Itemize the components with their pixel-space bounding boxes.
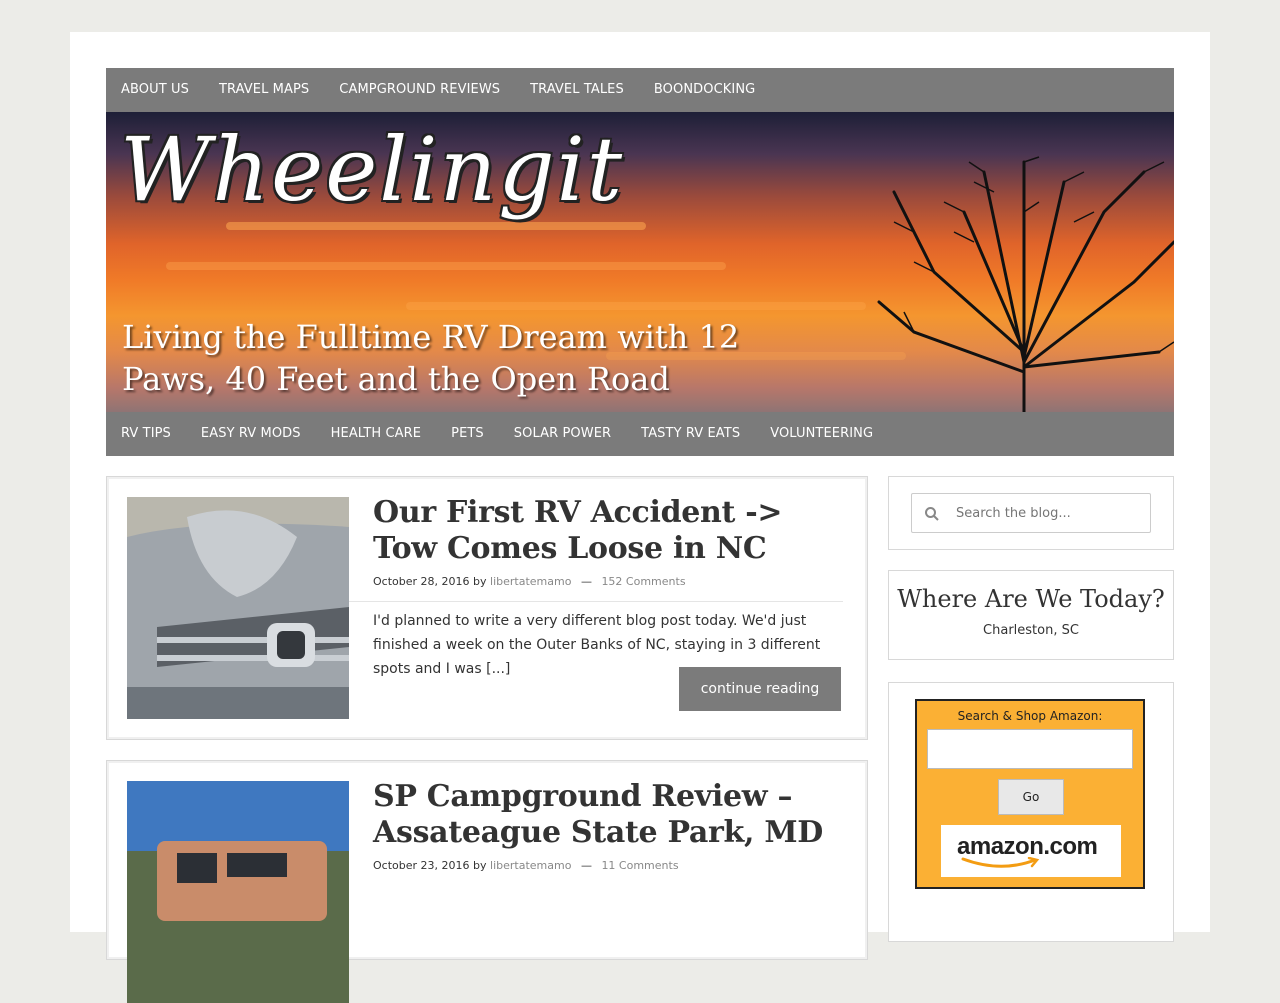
meta-separator: — bbox=[580, 859, 592, 872]
meta-separator: — bbox=[580, 575, 592, 588]
post-title[interactable]: SP Campground Review – Assateague State … bbox=[373, 779, 853, 851]
amazon-logo[interactable]: amazon.com bbox=[941, 825, 1121, 877]
location-widget: Where Are We Today? Charleston, SC bbox=[888, 570, 1174, 660]
amazon-smile-icon bbox=[961, 857, 1040, 868]
post-comments-link[interactable]: 11 Comments bbox=[601, 859, 678, 872]
cloud-streak bbox=[166, 262, 726, 270]
meta-divider bbox=[349, 601, 843, 602]
search-icon bbox=[924, 506, 940, 526]
nav-travel-tales[interactable]: TRAVEL TALES bbox=[515, 68, 639, 112]
amazon-search-input[interactable] bbox=[927, 729, 1133, 769]
search-input[interactable] bbox=[956, 502, 1142, 524]
location-widget-title: Where Are We Today? bbox=[897, 585, 1165, 613]
nav-about-us[interactable]: ABOUT US bbox=[106, 68, 204, 112]
nav-travel-maps[interactable]: TRAVEL MAPS bbox=[204, 68, 324, 112]
category-navigation: RV TIPS EASY RV MODS HEALTH CARE PETS SO… bbox=[106, 412, 1174, 456]
nav-tasty-rv-eats[interactable]: TASTY RV EATS bbox=[626, 412, 755, 456]
amazon-go-button[interactable]: Go bbox=[998, 779, 1064, 815]
nav-campground-reviews[interactable]: CAMPGROUND REVIEWS bbox=[324, 68, 515, 112]
amazon-search-box: Search & Shop Amazon: Go amazon.com bbox=[915, 699, 1145, 889]
post-thumbnail[interactable] bbox=[127, 781, 349, 1003]
nav-health-care[interactable]: HEALTH CARE bbox=[316, 412, 437, 456]
search-field[interactable] bbox=[911, 493, 1151, 533]
nav-volunteering[interactable]: VOLUNTEERING bbox=[755, 412, 888, 456]
post-title[interactable]: Our First RV Accident -> Tow Comes Loose… bbox=[373, 495, 853, 567]
amazon-search-label: Search & Shop Amazon: bbox=[957, 709, 1103, 723]
post-by: by bbox=[473, 859, 487, 872]
post-meta: October 23, 2016 by libertatemamo — 11 C… bbox=[373, 859, 679, 872]
nav-easy-rv-mods[interactable]: EASY RV MODS bbox=[186, 412, 316, 456]
amazon-widget: Search & Shop Amazon: Go amazon.com bbox=[888, 682, 1174, 942]
post-card: Our First RV Accident -> Tow Comes Loose… bbox=[106, 476, 868, 740]
post-date: October 28, 2016 bbox=[373, 575, 470, 588]
nav-pets[interactable]: PETS bbox=[436, 412, 499, 456]
nav-rv-tips[interactable]: RV TIPS bbox=[106, 412, 186, 456]
nav-boondocking[interactable]: BOONDOCKING bbox=[639, 68, 770, 112]
page-container: ABOUT US TRAVEL MAPS CAMPGROUND REVIEWS … bbox=[70, 32, 1210, 1003]
site-tagline: Living the Fulltime RV Dream with 12 Paw… bbox=[122, 318, 740, 398]
cloud-streak bbox=[226, 222, 646, 230]
post-author-link[interactable]: libertatemamo bbox=[490, 859, 571, 872]
ocotillo-silhouette bbox=[877, 156, 1174, 412]
search-widget bbox=[888, 476, 1174, 550]
site-title[interactable]: Wheelingit bbox=[120, 118, 624, 221]
post-comments-link[interactable]: 152 Comments bbox=[601, 575, 685, 588]
post-author-link[interactable]: libertatemamo bbox=[490, 575, 571, 588]
nav-solar-power[interactable]: SOLAR POWER bbox=[499, 412, 626, 456]
post-date: October 23, 2016 bbox=[373, 859, 470, 872]
post-card: SP Campground Review – Assateague State … bbox=[106, 760, 868, 1003]
post-thumbnail[interactable] bbox=[127, 497, 349, 719]
continue-reading-button[interactable]: continue reading bbox=[679, 667, 841, 711]
header-banner[interactable]: Wheelingit Living the Fulltime RV Dream … bbox=[106, 112, 1174, 412]
post-by: by bbox=[473, 575, 487, 588]
cloud-streak bbox=[406, 302, 866, 310]
post-meta: October 28, 2016 by libertatemamo — 152 … bbox=[373, 575, 686, 588]
current-location: Charleston, SC bbox=[983, 623, 1079, 638]
top-navigation: ABOUT US TRAVEL MAPS CAMPGROUND REVIEWS … bbox=[106, 68, 1174, 112]
